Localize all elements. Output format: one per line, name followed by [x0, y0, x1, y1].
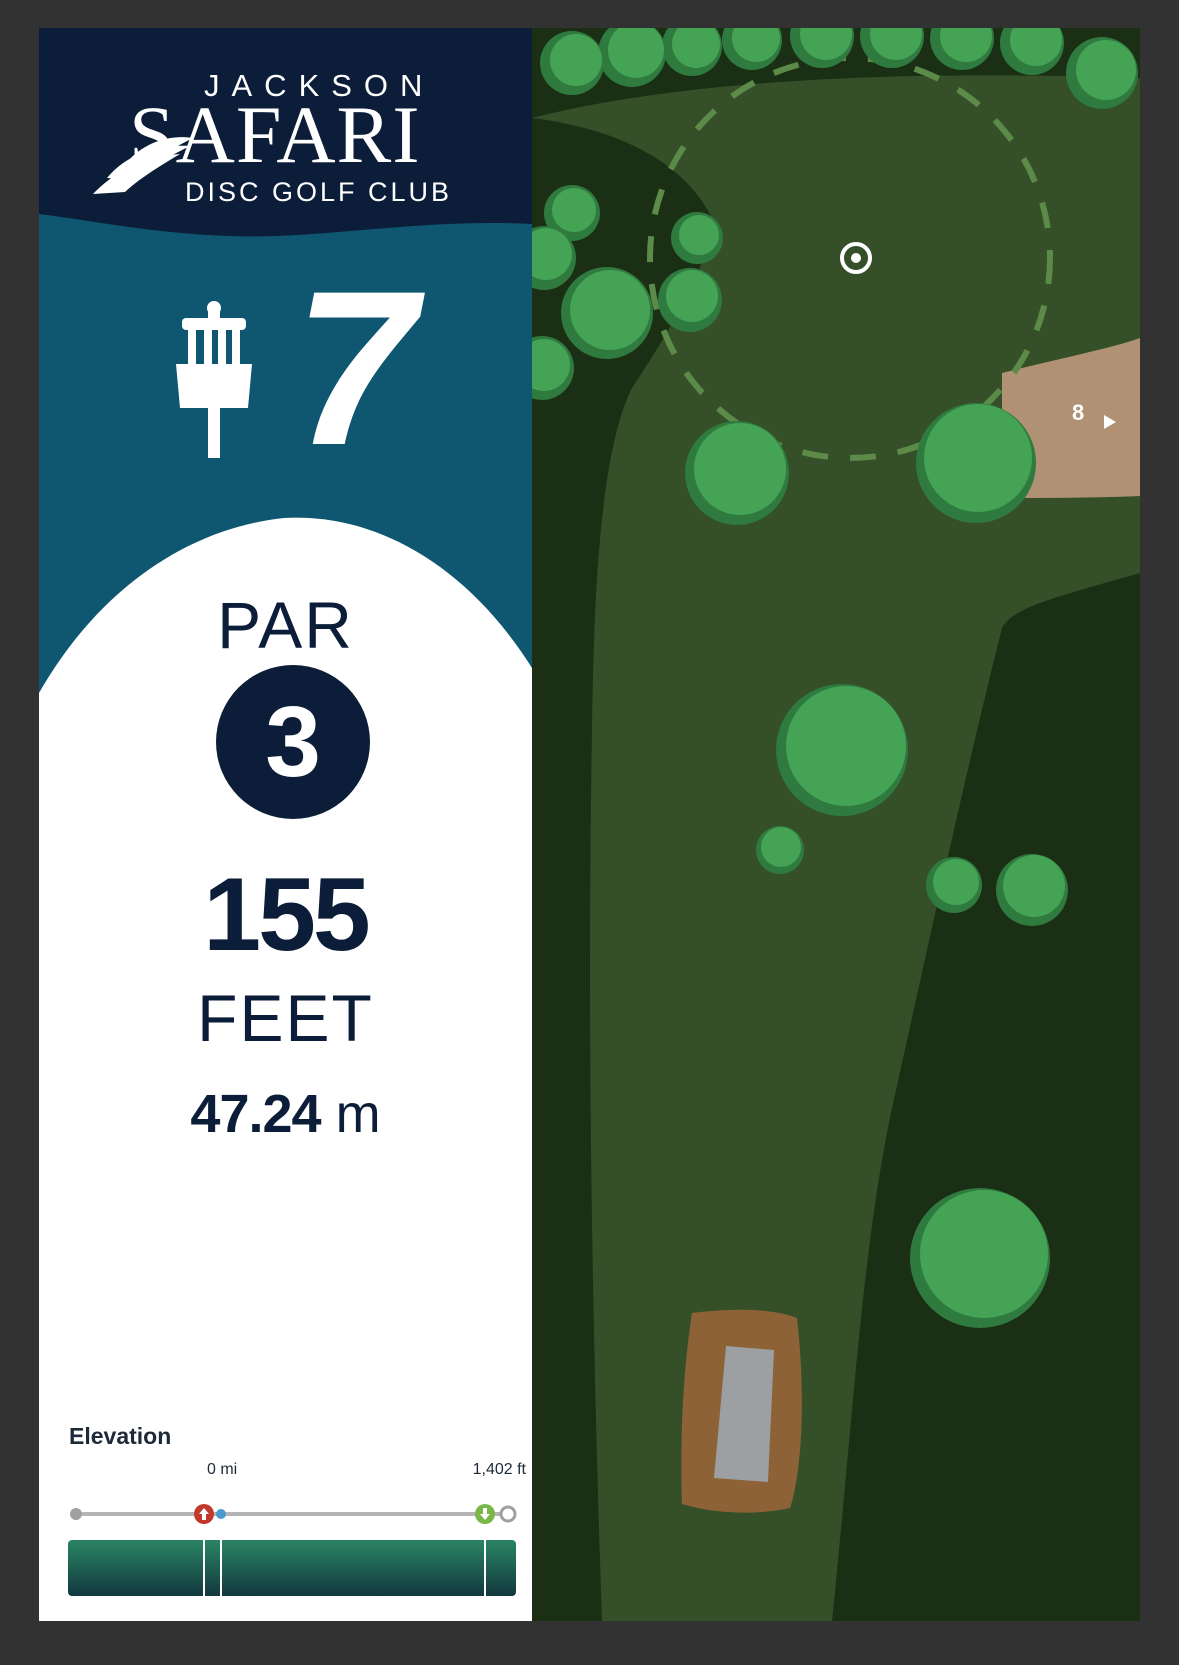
elevation-start-label: 0 mi [207, 1461, 238, 1478]
elevation-start-dot [70, 1508, 82, 1520]
distance-feet: 155 [203, 857, 371, 973]
elevation-area [68, 1540, 516, 1596]
elevation-profile [68, 1504, 517, 1596]
par-value-badge: 3 [216, 665, 370, 819]
tee-up-marker-icon [194, 1504, 214, 1524]
elevation-end-label: 1,402 ft [472, 1461, 526, 1478]
distance-meters-unit: m [335, 1084, 381, 1144]
distance-feet-unit: FEET [197, 981, 374, 1055]
hole-number: 7 [294, 245, 417, 491]
elevation-end-dot [499, 1505, 517, 1523]
hole-map-graphic [532, 28, 1140, 1621]
basket-down-marker-icon [475, 1504, 495, 1524]
hole-map: 8 [532, 28, 1140, 1621]
elevation-position-dot [216, 1509, 226, 1519]
tee-pad-icon [681, 1309, 802, 1513]
distance-meters: 47.24 m [39, 1084, 532, 1144]
brand-main-word: SAFARI [129, 89, 421, 180]
hole-sign: JACKSON SAFARI DISC GOLF CLUB 7 PAR 3 15… [39, 28, 1140, 1621]
disc-golf-basket-icon [176, 301, 252, 458]
info-panel: JACKSON SAFARI DISC GOLF CLUB 7 PAR 3 15… [39, 28, 532, 1621]
distance-meters-value: 47.24 [190, 1084, 321, 1144]
brand-subtitle: DISC GOLF CLUB [185, 177, 453, 207]
par-label: PAR [217, 588, 354, 662]
next-hole-label: 8 [1072, 400, 1085, 425]
elevation-title: Elevation [69, 1423, 172, 1449]
